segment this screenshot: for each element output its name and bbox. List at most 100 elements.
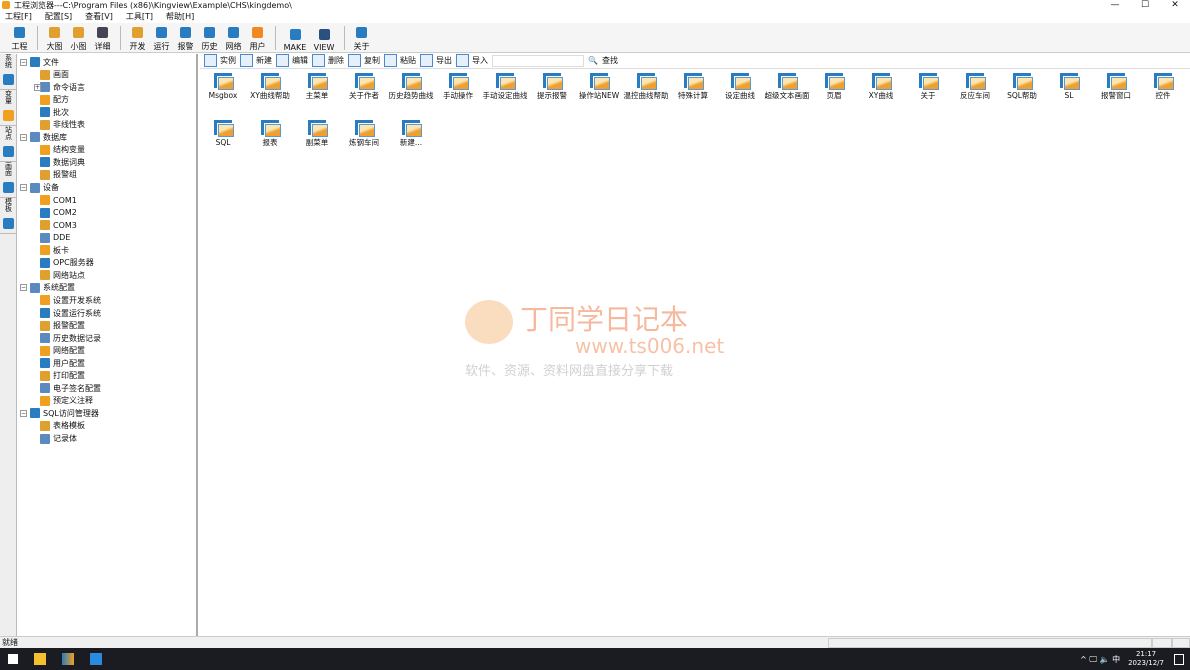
toolbar-button-view-eye[interactable]: VIEW [310,24,338,52]
tree-node[interactable]: 配方 [40,94,69,106]
tree-node[interactable]: 设置开发系统 [40,294,101,306]
tree-node[interactable]: 设备 [30,182,59,194]
tree-node[interactable]: 预定义注释 [40,395,93,407]
tree-node[interactable]: 打印配置 [40,370,85,382]
toolbar-button-history-clock[interactable]: 历史 [198,24,221,52]
picture-item[interactable]: 炼钢车间 [341,120,387,148]
tree-node[interactable]: SQL访问管理器 [30,407,99,419]
picture-item[interactable]: 超级文本画面 [764,73,810,101]
toolbar-button-tools[interactable]: 工程 [8,24,31,52]
start-icon[interactable] [8,654,18,664]
tree-node[interactable]: COM2 [40,207,77,219]
tree-node[interactable]: 非线性表 [40,119,85,131]
tree-node[interactable]: 用户配置 [40,357,85,369]
tree-node[interactable]: 批次 [40,106,69,118]
toolbar-button-user[interactable]: 用户 [246,24,269,52]
notification-icon[interactable] [1174,653,1184,665]
picture-item[interactable]: 页眉 [811,73,857,101]
tree-node[interactable]: 报警配置 [40,320,85,332]
content-button[interactable]: 实例 [204,54,236,67]
content-button[interactable]: 复制 [348,54,380,67]
picture-item[interactable]: 控件 [1140,73,1186,101]
menu-item[interactable]: 帮助[H] [166,11,194,22]
content-button[interactable]: 删除 [312,54,344,67]
tree-node[interactable]: 历史数据记录 [40,332,101,344]
app-window-icon[interactable] [90,653,102,665]
toolbar-button-small[interactable]: 小图 [67,24,90,52]
picture-item[interactable]: 新建... [388,120,434,148]
search-input[interactable] [492,54,584,67]
content-button[interactable]: 新建 [240,54,272,67]
picture-item[interactable]: 报表 [247,120,293,148]
picture-item[interactable]: 历史趋势曲线 [388,73,434,101]
maximize-button[interactable]: ☐ [1130,0,1160,10]
content-button[interactable]: 导入 [456,54,488,67]
picture-item[interactable]: 副菜单 [294,120,340,148]
picture-item[interactable]: Msgbox [200,73,246,101]
side-tab[interactable]: 站点 [0,126,17,162]
toolbar-button-large[interactable]: 大图 [43,24,66,52]
tree-node[interactable]: 数据词典 [40,156,85,168]
menu-item[interactable]: 配置[S] [45,11,72,22]
tree-node[interactable]: 画面 [40,69,69,81]
minimize-button[interactable]: — [1100,0,1130,10]
tree-node[interactable]: COM3 [40,219,77,231]
tree-node[interactable]: 网络配置 [40,345,85,357]
picture-item[interactable]: 手动操作 [435,73,481,101]
expand-toggle[interactable]: − [20,409,27,417]
picture-item[interactable]: 温控曲线帮助 [623,73,669,101]
toolbar-button-develop[interactable]: 开发 [126,24,149,52]
tree-node[interactable]: 命令语言 [40,81,85,93]
picture-item[interactable]: 手动设定曲线 [482,73,528,101]
toolbar-button-make[interactable]: MAKE [281,24,309,52]
expand-toggle[interactable]: − [20,133,27,141]
toolbar-button-details[interactable]: 详细 [91,24,114,52]
picture-item[interactable]: 关于作者 [341,73,387,101]
menu-item[interactable]: 工具[T] [126,11,153,22]
picture-item[interactable]: 报警窗口 [1093,73,1139,101]
picture-item[interactable]: SQL [200,120,246,148]
file-explorer-icon[interactable] [34,653,46,665]
picture-item[interactable]: 设定曲线 [717,73,763,101]
tree-node[interactable]: 设置运行系统 [40,307,101,319]
expand-toggle[interactable]: + [34,83,41,91]
content-button[interactable]: 编辑 [276,54,308,67]
tree-node[interactable]: 文件 [30,56,59,68]
tree-node[interactable]: 结构变量 [40,144,85,156]
picture-item[interactable]: XY曲线帮助 [247,73,293,101]
expand-toggle[interactable]: − [20,184,27,191]
expand-toggle[interactable]: − [20,284,27,292]
picture-item[interactable]: SQL帮助 [999,73,1045,101]
side-tab[interactable]: 系统 [0,54,17,90]
tree-node[interactable]: 数据库 [30,131,67,143]
content-button[interactable]: 粘贴 [384,54,416,67]
picture-item[interactable]: 特殊计算 [670,73,716,101]
picture-item[interactable]: 关于 [905,73,951,101]
tree-node[interactable]: 系统配置 [30,282,75,294]
side-tab[interactable]: 画面 [0,162,17,198]
picture-item[interactable]: XY曲线 [858,73,904,101]
picture-item[interactable]: 主菜单 [294,73,340,101]
side-tab[interactable]: 模板 [0,198,17,234]
clock[interactable]: 21:17 2023/12/7 [1128,650,1164,668]
tree-node[interactable]: 表格模板 [40,420,85,432]
tree-node[interactable]: 记录体 [40,433,77,445]
toolbar-button-about-book[interactable]: 关于 [350,24,373,52]
tree-node[interactable]: OPC服务器 [40,257,94,269]
kingview-icon[interactable] [62,653,74,665]
toolbar-button-alarm-bell[interactable]: 报警 [174,24,197,52]
picture-item[interactable]: 反应车间 [952,73,998,101]
tree-node[interactable]: DDE [40,232,70,244]
system-tray[interactable]: ^ 🖵 🔈 中 [1080,654,1120,665]
picture-item[interactable]: 操作站NEW [576,73,622,101]
tree-node[interactable]: 网络站点 [40,269,85,281]
picture-item[interactable]: SL [1046,73,1092,101]
search-button[interactable]: 🔍 查找 [588,55,618,66]
picture-item[interactable]: 提示报警 [529,73,575,101]
close-button[interactable]: ✕ [1160,0,1190,10]
tree-node[interactable]: COM1 [40,194,77,206]
menu-item[interactable]: 工程[F] [5,11,32,22]
toolbar-button-network-globe[interactable]: 网络 [222,24,245,52]
menu-item[interactable]: 查看[V] [85,11,113,22]
tree-node[interactable]: 电子签名配置 [40,382,101,394]
